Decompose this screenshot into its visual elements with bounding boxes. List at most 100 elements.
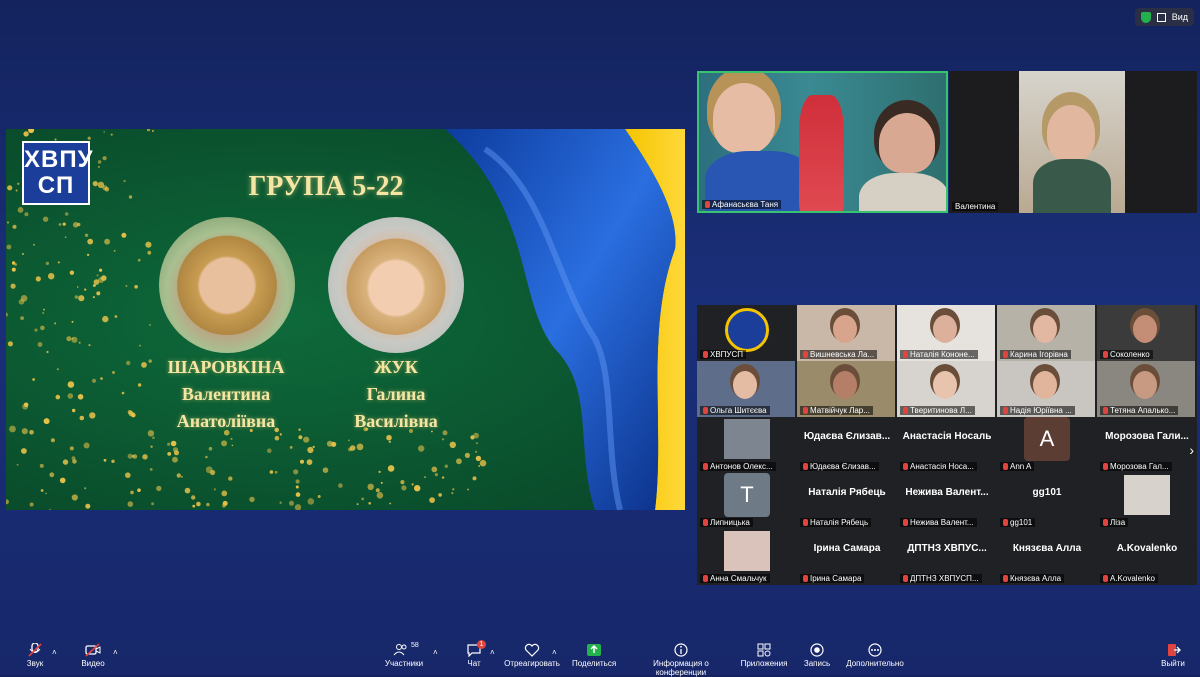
participant-name-display: ДПТНЗ ХВПУС... bbox=[907, 543, 987, 554]
participant-tile[interactable]: Вишневська Ла... bbox=[797, 305, 897, 361]
chat-label: Чат bbox=[467, 659, 481, 668]
participants-options-caret-icon[interactable]: ˄ bbox=[433, 648, 438, 657]
muted-mic-icon bbox=[903, 463, 908, 470]
apps-button[interactable]: Приложения bbox=[740, 643, 788, 668]
participant-label: Наталія Кононе... bbox=[900, 350, 978, 359]
participant-tile[interactable]: Князєва Алла Князєва Алла bbox=[997, 529, 1097, 585]
participant-tile[interactable]: Наталія Кононе... bbox=[897, 305, 997, 361]
participant-tile[interactable]: Морозова Гали... Морозова Гал... bbox=[1097, 417, 1197, 473]
participant-initial-avatar: A bbox=[1024, 417, 1070, 461]
participant-tile[interactable]: gg101 gg101 bbox=[997, 473, 1097, 529]
view-label: Вид bbox=[1171, 12, 1188, 22]
meeting-toolbar: Звук ˄ Видео ˄ 58 Участники ˄ 1 Чат ˄ От… bbox=[0, 640, 1200, 677]
participant-label: Юдаєва Єлизав... bbox=[800, 462, 879, 471]
participant-label: ХВПУСП bbox=[700, 350, 747, 359]
participant-tile[interactable]: A Ann A bbox=[997, 417, 1097, 473]
meeting-info-button[interactable]: Информация о конференции bbox=[628, 643, 734, 677]
participant-label: Матвійчук Лар... bbox=[800, 406, 873, 415]
record-button[interactable]: Запись bbox=[800, 643, 834, 668]
participant-tile[interactable]: Ірина Самара Ірина Самара bbox=[797, 529, 897, 585]
apps-label: Приложения bbox=[740, 659, 788, 668]
participant-label: Надія Юріївна ... bbox=[1000, 406, 1075, 415]
participant-gallery: › ХВПУСП Вишневська Ла... Наталія Кононе..… bbox=[697, 305, 1197, 585]
participant-tile[interactable]: A.Kovalenko A.Kovalenko bbox=[1097, 529, 1197, 585]
participant-tile[interactable]: Анастасія Носаль Анастасія Носа... bbox=[897, 417, 997, 473]
participant-tile[interactable]: T Липницька bbox=[697, 473, 797, 529]
react-label: Отреагировать bbox=[504, 659, 560, 668]
portrait-sharovkina bbox=[159, 217, 295, 353]
participants-label: Участники bbox=[384, 659, 424, 668]
muted-mic-icon bbox=[803, 351, 808, 358]
muted-mic-icon bbox=[1003, 351, 1008, 358]
participant-tile[interactable]: Анна Смальчук bbox=[697, 529, 797, 585]
share-button[interactable]: Поделиться bbox=[572, 643, 616, 668]
view-selector[interactable]: Вид bbox=[1134, 8, 1194, 26]
leave-icon bbox=[1165, 643, 1181, 657]
chat-options-caret-icon[interactable]: ˄ bbox=[490, 648, 495, 657]
participant-initial-avatar: T bbox=[724, 473, 770, 517]
participant-tile[interactable]: Карина Ігорівна bbox=[997, 305, 1097, 361]
participant-label: Соколенко bbox=[1100, 350, 1153, 359]
participant-tile[interactable]: Нежива Валент... Нежива Валент... bbox=[897, 473, 997, 529]
participant-tile[interactable]: Надія Юріївна ... bbox=[997, 361, 1097, 417]
video-tile-valentyna[interactable]: Валентина bbox=[949, 71, 1197, 213]
muted-mic-icon bbox=[1003, 575, 1008, 582]
participants-button[interactable]: 58 Участники bbox=[383, 642, 425, 668]
logo-line-1: ХВПУ bbox=[24, 146, 94, 173]
participant-label: Тетяна Апалько... bbox=[1100, 406, 1179, 415]
heart-icon bbox=[524, 643, 540, 657]
participant-video bbox=[1124, 475, 1170, 515]
leave-button[interactable]: Выйти bbox=[1156, 643, 1190, 668]
share-screen-icon bbox=[586, 643, 602, 657]
participant-tile[interactable]: Ольга Шитєєва bbox=[697, 361, 797, 417]
participant-name-display: Юдаєва Єлизав... bbox=[803, 431, 891, 442]
participant-label: Карина Ігорівна bbox=[1000, 350, 1071, 359]
participant-tile[interactable]: Матвійчук Лар... bbox=[797, 361, 897, 417]
name-person-2: ЖУК Галина Василівна bbox=[354, 357, 438, 431]
participant-name-display: Наталія Рябець bbox=[808, 487, 886, 498]
participant-tile[interactable]: Соколенко bbox=[1097, 305, 1197, 361]
muted-mic-icon bbox=[703, 463, 708, 470]
video-button[interactable]: Видео bbox=[78, 643, 108, 668]
participant-label: Нежива Валент... bbox=[900, 518, 977, 527]
info-icon bbox=[673, 643, 689, 657]
participant-tile[interactable]: Тверитинова Л... bbox=[897, 361, 997, 417]
audio-button[interactable]: Звук bbox=[20, 642, 50, 668]
react-options-caret-icon[interactable]: ˄ bbox=[552, 648, 557, 657]
slide-title: ГРУПА 5-22 bbox=[248, 171, 404, 202]
participant-tile[interactable]: ХВПУСП bbox=[697, 305, 797, 361]
portrait-zhuk bbox=[328, 217, 464, 353]
muted-mic-icon bbox=[703, 575, 708, 582]
participant-label: Ann A bbox=[1000, 462, 1035, 471]
chat-icon: 1 bbox=[466, 640, 486, 658]
participant-label: Князєва Алла bbox=[1000, 574, 1065, 583]
participant-tile[interactable]: Тетяна Апалько... bbox=[1097, 361, 1197, 417]
participant-label: Тверитинова Л... bbox=[900, 406, 975, 415]
participant-tile[interactable]: Антонов Олекс... bbox=[697, 417, 797, 473]
participants-icon: 58 bbox=[387, 642, 421, 657]
audio-label: Звук bbox=[26, 659, 44, 668]
shared-screen: ХВПУ СП ГРУПА 5-22 ШАРОВКІНА Валентина Ана… bbox=[6, 129, 685, 510]
chat-button[interactable]: 1 Чат bbox=[462, 640, 486, 668]
participant-name-display: A.Kovalenko bbox=[1116, 543, 1178, 554]
muted-mic-icon bbox=[1103, 575, 1108, 582]
participant-tile[interactable]: Ліза bbox=[1097, 473, 1197, 529]
video-options-caret-icon[interactable]: ˄ bbox=[113, 648, 118, 657]
more-button[interactable]: Дополнительно bbox=[843, 643, 907, 668]
college-logo-avatar bbox=[725, 308, 769, 352]
participant-label: Анна Смальчук bbox=[700, 574, 770, 583]
video-tile-afanasieva[interactable]: Афанасьєва Таня bbox=[697, 71, 948, 213]
participant-label: Ірина Самара bbox=[800, 574, 865, 583]
participant-video bbox=[724, 419, 770, 459]
participant-tile[interactable]: Наталія Рябець Наталія Рябець bbox=[797, 473, 897, 529]
muted-mic-icon bbox=[1103, 407, 1108, 414]
more-label: Дополнительно bbox=[846, 659, 904, 668]
share-label: Поделиться bbox=[572, 659, 617, 668]
participant-tile[interactable]: ДПТНЗ ХВПУС... ДПТНЗ ХВПУСП... bbox=[897, 529, 997, 585]
participant-tile[interactable]: Юдаєва Єлизав... Юдаєва Єлизав... bbox=[797, 417, 897, 473]
participant-label: gg101 bbox=[1000, 518, 1036, 527]
muted-mic-icon bbox=[703, 351, 708, 358]
audio-options-caret-icon[interactable]: ˄ bbox=[52, 648, 57, 657]
muted-mic-icon bbox=[703, 407, 708, 414]
apps-icon bbox=[756, 643, 772, 657]
